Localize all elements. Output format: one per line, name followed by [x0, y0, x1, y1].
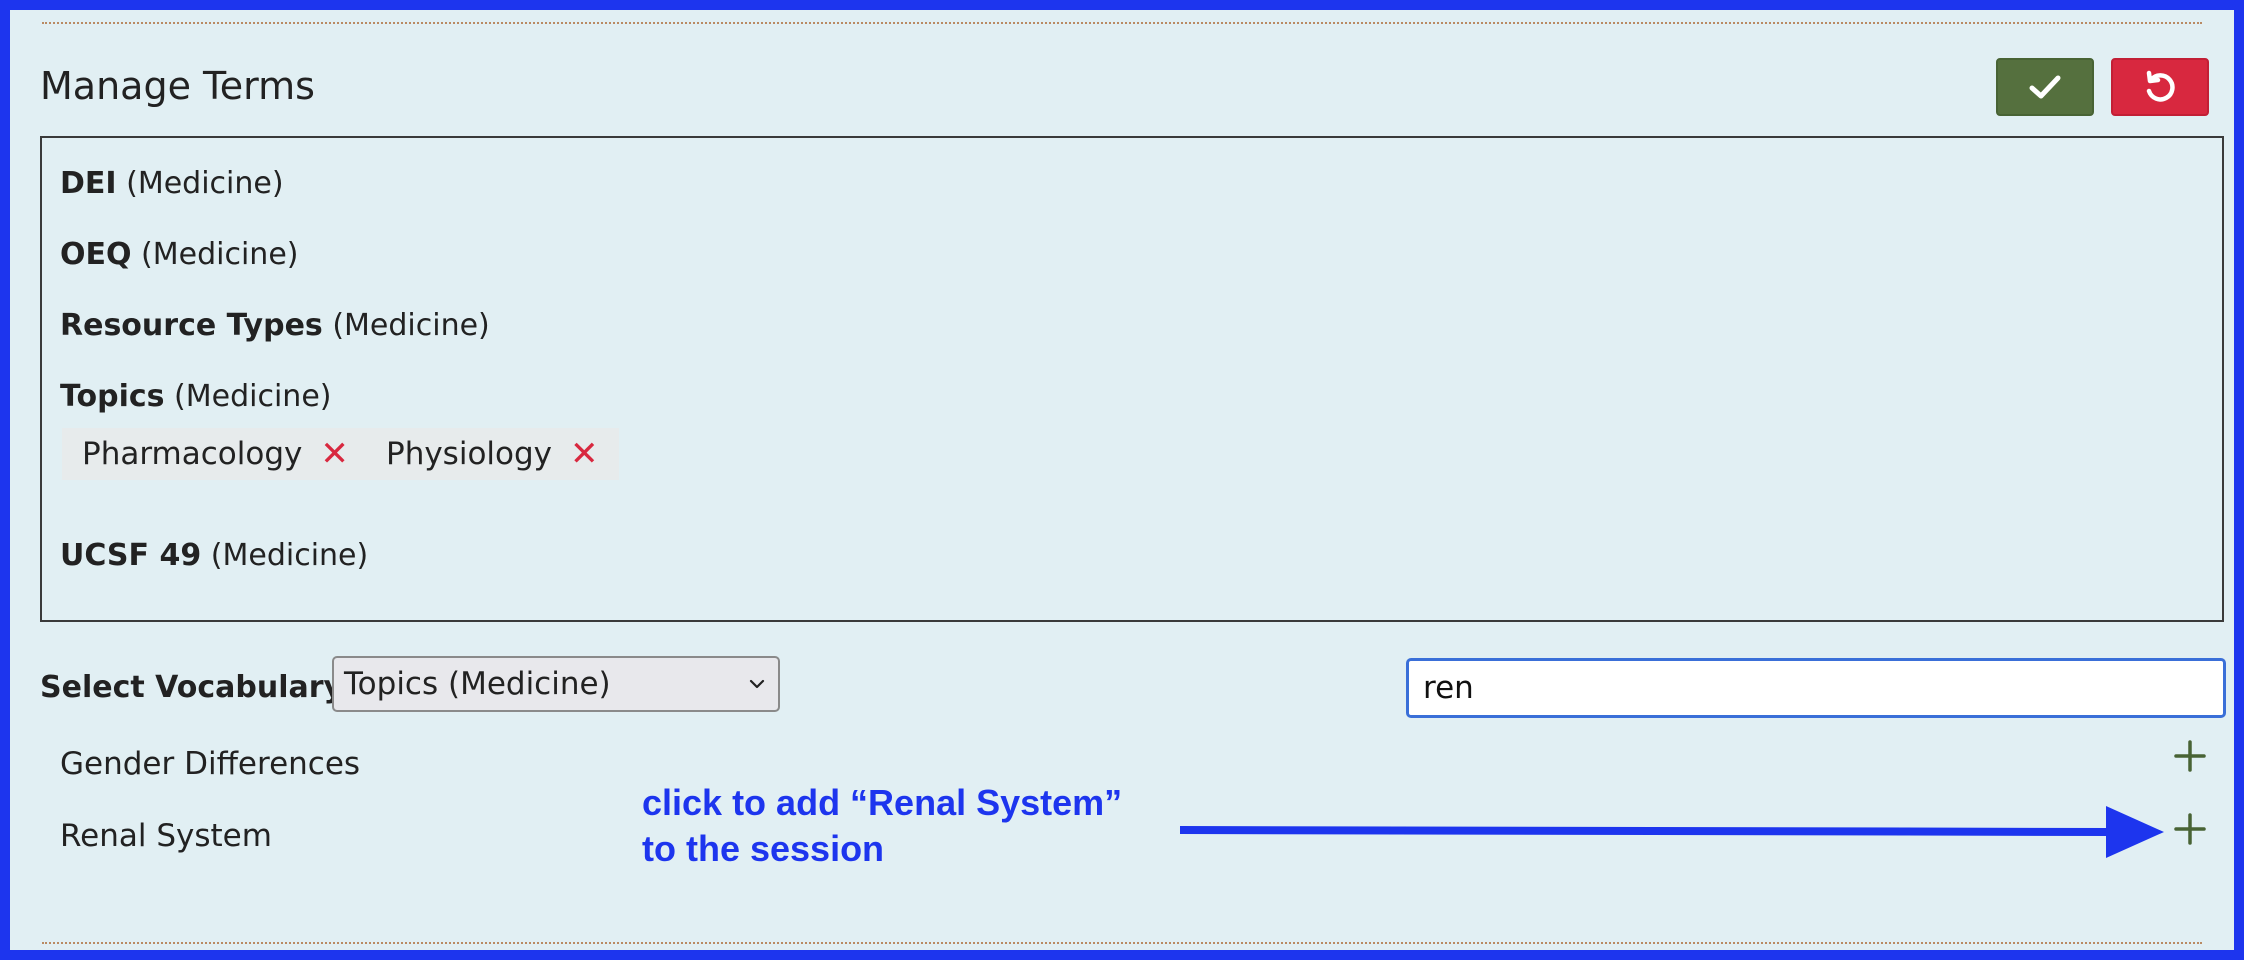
annotation-line-1: click to add “Renal System” [642, 782, 1123, 823]
term-school: (Medicine) [126, 166, 284, 201]
checkmark-icon [2029, 75, 2061, 99]
topic-chip-pharmacology: Pharmacology ✕ [62, 428, 369, 480]
term-name: OEQ [60, 237, 132, 272]
result-item-gender-differences: Gender Differences [60, 746, 361, 782]
term-school: (Medicine) [141, 237, 299, 272]
term-school: (Medicine) [210, 538, 369, 573]
term-name: Resource Types [60, 308, 323, 343]
panel-title: Manage Terms [40, 64, 315, 108]
term-name: UCSF 49 [60, 538, 202, 573]
term-vocabulary: OEQ (Medicine) [60, 237, 298, 272]
term-vocabulary: Topics (Medicine) [60, 379, 331, 414]
term-name: DEI [60, 166, 117, 201]
top-divider [42, 22, 2202, 24]
undo-icon [2146, 70, 2175, 102]
instruction-annotation: click to add “Renal System” to the sessi… [642, 780, 1122, 872]
save-button[interactable] [1996, 58, 2094, 116]
cancel-button[interactable] [2111, 58, 2209, 116]
term-vocabulary: Resource Types (Medicine) [60, 308, 490, 343]
chevron-down-icon [749, 679, 765, 689]
search-value: ren [1423, 670, 1474, 706]
vocabulary-select[interactable]: Topics (Medicine) [332, 656, 780, 712]
vocabulary-select-value: Topics (Medicine) [344, 666, 611, 702]
arrow-icon [1180, 806, 2164, 858]
add-renal-system-icon[interactable] [2170, 809, 2210, 849]
bottom-divider [42, 942, 2202, 944]
term-vocabulary: UCSF 49 (Medicine) [60, 538, 368, 573]
result-item-renal-system: Renal System [60, 818, 272, 854]
remove-icon[interactable]: ✕ [570, 434, 599, 474]
term-vocabulary: DEI (Medicine) [60, 166, 284, 201]
chip-label: Pharmacology [82, 436, 303, 472]
vocabulary-select-label: Select Vocabulary: [40, 670, 356, 705]
remove-icon[interactable]: ✕ [320, 434, 349, 474]
term-search-input[interactable]: ren [1406, 658, 2226, 718]
term-school: (Medicine) [332, 308, 490, 343]
add-gender-differences-icon[interactable] [2170, 736, 2210, 776]
manage-terms-panel: Manage Terms DEI (Medicine) OEQ (Medicin… [0, 0, 2244, 960]
annotation-line-2: to the session [642, 828, 885, 869]
term-name: Topics [60, 379, 165, 414]
topic-chip-physiology: Physiology ✕ [366, 428, 619, 480]
term-school: (Medicine) [174, 379, 332, 414]
chip-label: Physiology [386, 436, 553, 472]
